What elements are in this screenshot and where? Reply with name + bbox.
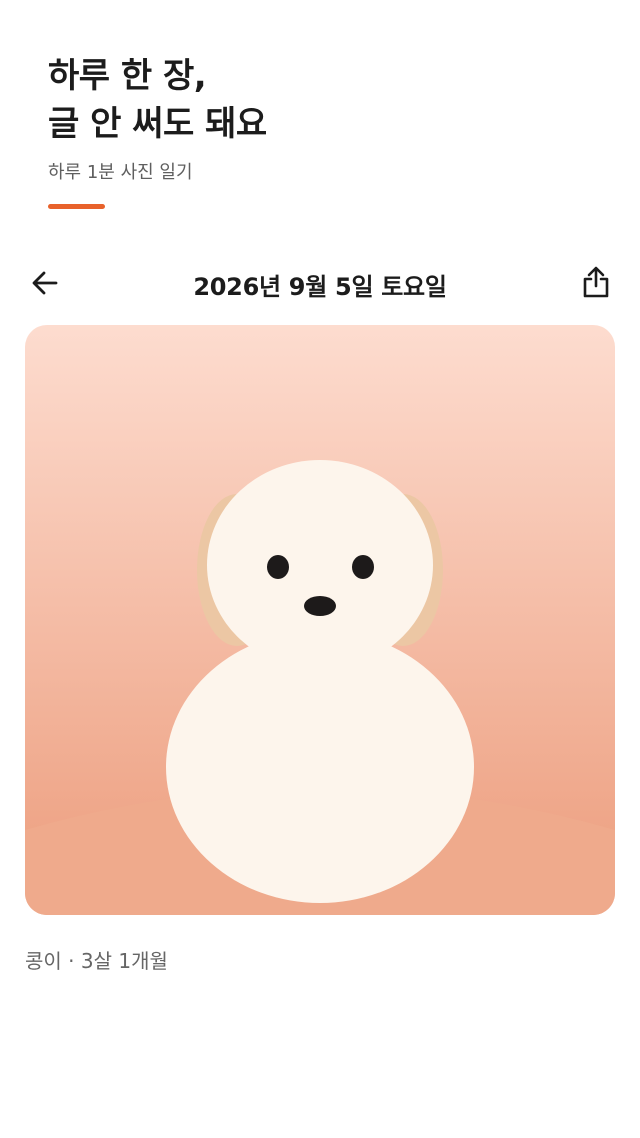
share-button[interactable] — [574, 260, 618, 304]
puppy-eye-right — [352, 555, 374, 579]
photo-caption: 콩이 · 3살 1개월 — [25, 949, 168, 973]
puppy-figure — [166, 460, 474, 903]
hero-title: 하루 한 장, 글 안 써도 돼요 — [48, 52, 267, 148]
entry-top-bar: 2026년 9월 5일 토요일 — [0, 254, 640, 312]
hero-title-line-1: 하루 한 장, — [48, 56, 207, 96]
diary-photo[interactable] — [25, 325, 615, 915]
photo-illustration — [25, 325, 615, 915]
puppy-head — [207, 460, 433, 670]
share-icon — [583, 266, 609, 298]
entry-date: 2026년 9월 5일 토요일 — [193, 273, 447, 301]
hero-header: 하루 한 장, 글 안 써도 돼요 하루 1분 사진 일기 — [48, 52, 267, 184]
hero-subtitle: 하루 1분 사진 일기 — [48, 162, 193, 183]
puppy-body — [166, 631, 474, 903]
hero-accent-bar — [48, 204, 105, 209]
puppy-nose — [304, 596, 336, 616]
puppy-eye-left — [267, 555, 289, 579]
photo-diary-page: 하루 한 장, 글 안 써도 돼요 하루 1분 사진 일기 2026년 9월 5… — [0, 0, 640, 1138]
hero-title-line-2: 글 안 써도 돼요 — [48, 104, 267, 144]
